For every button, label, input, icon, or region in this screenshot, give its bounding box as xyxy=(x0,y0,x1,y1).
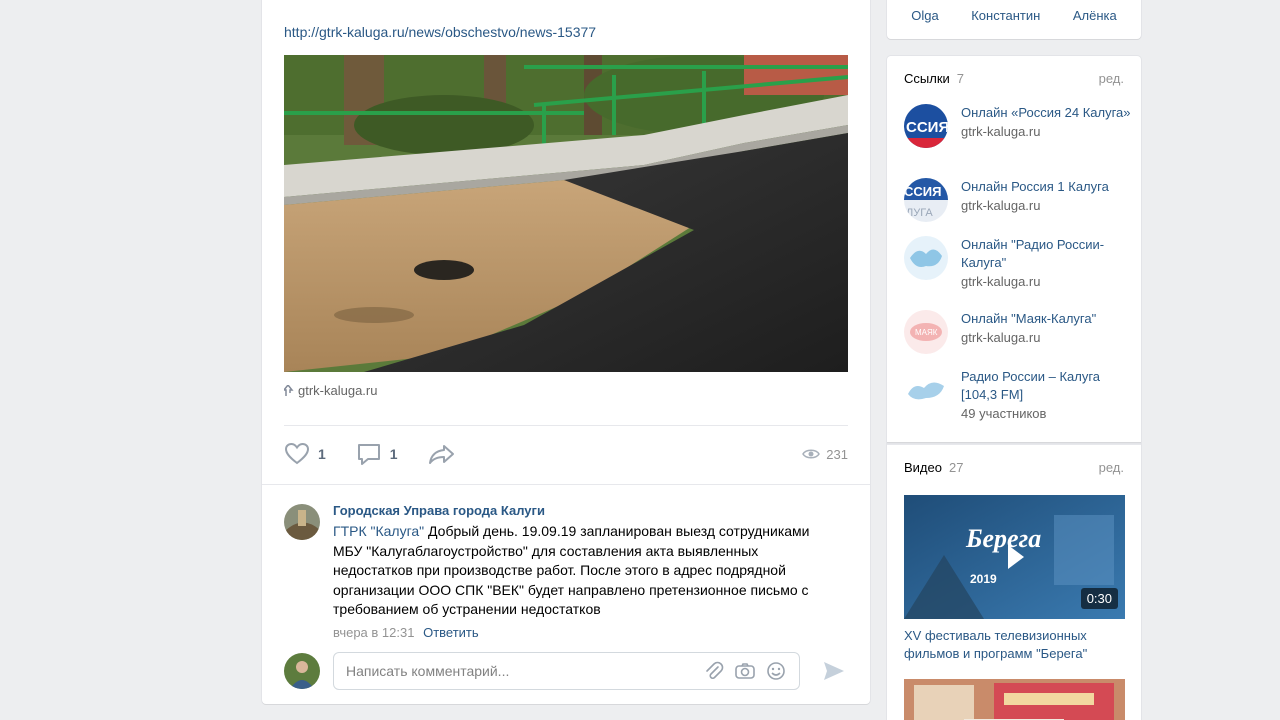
comment-meta: вчера в 12:31 Ответить xyxy=(333,625,838,640)
views-counter: 231 xyxy=(802,447,848,462)
comment-count: 1 xyxy=(389,446,398,462)
views-count: 231 xyxy=(826,446,848,462)
svg-text:ЛУГА: ЛУГА xyxy=(906,207,933,219)
comment-text: ГТРК "Калуга" Добрый день. 19.09.19 запл… xyxy=(333,522,838,620)
videos-count: 27 xyxy=(948,460,964,475)
attach-icon[interactable] xyxy=(704,661,724,681)
videos-block: Видео 27 ред. Берега 2019 0:30 XV фестив… xyxy=(887,444,1141,720)
videos-title[interactable]: Видео xyxy=(904,460,942,475)
friend-name[interactable]: Константин xyxy=(971,8,1040,23)
svg-text:МАЯК: МАЯК xyxy=(915,328,938,337)
radio-russia-group-logo xyxy=(904,368,948,412)
link-title[interactable]: Онлайн «Россия 24 Калуга» xyxy=(961,104,1131,122)
post-card: http://gtrk-kaluga.ru/news/obschestvo/ne… xyxy=(262,0,870,704)
link-subtitle: gtrk-kaluga.ru xyxy=(961,124,1041,139)
post-actions: 1 1 231 xyxy=(284,438,848,470)
links-count: 7 xyxy=(956,71,965,86)
links-edit[interactable]: ред. xyxy=(1099,71,1124,86)
video-thumbnail[interactable]: Берега 2019 0:30 xyxy=(904,495,1125,619)
my-avatar[interactable] xyxy=(284,653,320,689)
like-button[interactable]: 1 xyxy=(284,442,326,466)
radio-russia-logo xyxy=(904,236,948,280)
comment-avatar[interactable] xyxy=(284,504,320,540)
comment-author[interactable]: Городская Управа города Калуги xyxy=(333,502,838,520)
russia24-logo: ССИЯ xyxy=(904,104,948,148)
links-title[interactable]: Ссылки xyxy=(904,71,950,86)
video-duration: 0:30 xyxy=(1080,588,1118,609)
link-title[interactable]: Онлайн "Радио России-Калуга" xyxy=(961,236,1131,272)
comment-button[interactable]: 1 xyxy=(356,442,398,466)
link-subtitle: gtrk-kaluga.ru xyxy=(961,330,1041,345)
heart-icon xyxy=(284,442,310,465)
comment-input-placeholder: Написать комментарий... xyxy=(346,663,510,679)
post-source[interactable]: gtrk-kaluga.ru xyxy=(284,383,377,398)
link-subtitle: gtrk-kaluga.ru xyxy=(961,198,1041,213)
post-link[interactable]: http://gtrk-kaluga.ru/news/obschestvo/ne… xyxy=(284,24,596,40)
links-header: Ссылки 7 ред. xyxy=(904,71,1124,86)
like-count: 1 xyxy=(318,446,326,462)
send-icon[interactable] xyxy=(822,660,846,682)
link-subtitle: 49 участников xyxy=(961,406,1047,421)
link-arrow-icon xyxy=(284,384,294,396)
video-thumb-year: 2019 xyxy=(970,572,997,586)
video-thumb-text: Берега xyxy=(965,524,1041,553)
post-photo[interactable] xyxy=(284,55,848,372)
share-icon xyxy=(428,445,454,464)
eye-icon xyxy=(802,449,821,459)
camera-icon[interactable] xyxy=(734,661,756,681)
link-title[interactable]: Радио России – Калуга [104,3 FM] xyxy=(961,368,1131,404)
emoji-icon[interactable] xyxy=(766,661,786,681)
russia1-logo: ССИЯ ЛУГА xyxy=(904,178,948,222)
link-subtitle: gtrk-kaluga.ru xyxy=(961,274,1041,289)
reply-form: Написать комментарий... xyxy=(284,652,852,692)
divider xyxy=(284,425,848,426)
friends-block: Olga Константин Алёнка xyxy=(887,0,1141,39)
friend-name[interactable]: Olga xyxy=(911,8,938,23)
mayak-logo: МАЯК xyxy=(904,310,948,354)
reply-tools xyxy=(704,661,786,681)
link-title[interactable]: Онлайн "Маяк-Калуга" xyxy=(961,310,1131,328)
comment-icon xyxy=(357,444,380,465)
links-block: Ссылки 7 ред. ССИЯ Онлайн «Россия 24 Кал… xyxy=(887,56,1141,442)
link-title[interactable]: Онлайн Россия 1 Калуга xyxy=(961,178,1131,196)
reply-link[interactable]: Ответить xyxy=(423,625,479,640)
comment-time[interactable]: вчера в 12:31 xyxy=(333,625,414,640)
friend-name[interactable]: Алёнка xyxy=(1073,8,1117,23)
videos-header: Видео 27 ред. xyxy=(904,460,1124,475)
divider xyxy=(262,484,870,485)
videos-edit[interactable]: ред. xyxy=(1099,460,1124,475)
svg-text:ССИЯ: ССИЯ xyxy=(904,184,941,199)
video-thumbnail[interactable] xyxy=(904,679,1125,720)
share-button[interactable] xyxy=(428,442,464,466)
post-source-label: gtrk-kaluga.ru xyxy=(298,383,378,398)
svg-text:ССИЯ: ССИЯ xyxy=(906,119,948,136)
comment-mention[interactable]: ГТРК "Калуга" xyxy=(333,523,424,539)
video-title[interactable]: XV фестиваль телевизионных фильмов и про… xyxy=(904,627,1129,663)
